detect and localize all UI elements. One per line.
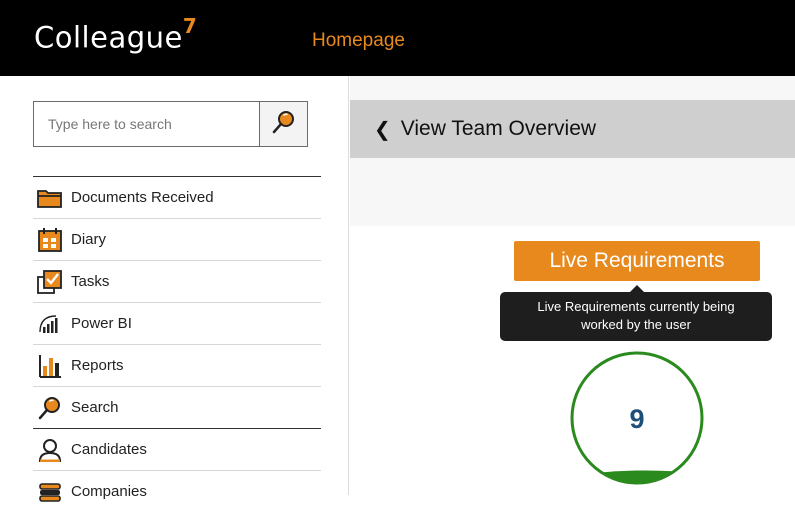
tasks-checkbox-icon xyxy=(37,269,63,295)
sidebar-item-search[interactable]: Search xyxy=(33,386,321,428)
live-requirements-count: 9 xyxy=(629,404,644,434)
sidebar-item-label: Documents Received xyxy=(71,189,214,206)
sidebar-item-label: Search xyxy=(71,399,119,416)
sidebar-item-companies[interactable]: Companies xyxy=(33,470,321,512)
live-requirements-panel: Live Requirements Live Requirements curr… xyxy=(350,226,795,495)
view-team-overview-label: View Team Overview xyxy=(400,117,597,140)
page-title: Homepage xyxy=(312,30,405,51)
live-requirements-gauge[interactable]: 9 xyxy=(567,348,707,488)
logo[interactable]: Colleague7 xyxy=(34,16,197,55)
search-input[interactable] xyxy=(33,101,259,147)
bar-chart-icon xyxy=(37,353,63,379)
sidebar-item-reports[interactable]: Reports xyxy=(33,344,321,386)
search-box xyxy=(33,101,308,147)
search-button[interactable] xyxy=(259,101,308,147)
folder-icon xyxy=(37,185,63,211)
live-requirements-tooltip: Live Requirements currently being worked… xyxy=(500,292,772,341)
power-bi-icon xyxy=(37,311,63,337)
sidebar-item-tasks[interactable]: Tasks xyxy=(33,260,321,302)
logo-superscript: 7 xyxy=(182,14,198,38)
sidebar-item-label: Candidates xyxy=(71,441,147,458)
search-icon xyxy=(271,109,297,140)
chevron-left-icon: ❮ xyxy=(374,118,391,141)
sidebar-item-label: Companies xyxy=(71,483,147,500)
sidebar-item-label: Power BI xyxy=(71,315,132,332)
sidebar-item-candidates[interactable]: Candidates xyxy=(33,428,321,470)
logo-text: Colleague xyxy=(34,20,183,55)
sidebar-item-power-bi[interactable]: Power BI xyxy=(33,302,321,344)
live-requirements-badge[interactable]: Live Requirements xyxy=(514,241,760,281)
person-icon xyxy=(37,437,63,463)
sidebar: Documents Received Diary Tasks Power BI … xyxy=(0,76,349,502)
sidebar-item-diary[interactable]: Diary xyxy=(33,218,321,260)
tooltip-line: worked by the user xyxy=(581,317,691,332)
sidebar-menu: Documents Received Diary Tasks Power BI … xyxy=(33,176,321,512)
sidebar-item-label: Reports xyxy=(71,357,124,374)
gauge-fill xyxy=(572,470,702,483)
search-icon xyxy=(37,395,63,421)
companies-stack-icon xyxy=(37,479,63,505)
calendar-icon xyxy=(37,227,63,253)
tooltip-line: Live Requirements currently being xyxy=(537,299,735,314)
main-content: ❮ View Team Overview Live Requirements L… xyxy=(350,76,795,495)
top-bar: Colleague7 Homepage xyxy=(0,0,795,76)
view-team-overview-link[interactable]: ❮ View Team Overview xyxy=(350,100,795,158)
sidebar-item-documents-received[interactable]: Documents Received xyxy=(33,176,321,218)
sidebar-item-label: Tasks xyxy=(71,273,110,290)
sidebar-item-label: Diary xyxy=(71,231,107,248)
